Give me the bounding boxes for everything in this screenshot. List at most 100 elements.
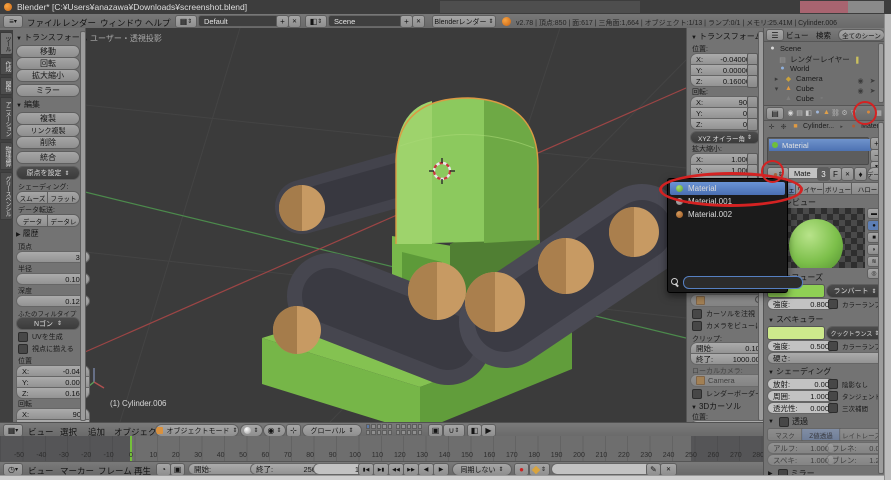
- np-3dcursor-header[interactable]: ▼3Dカーソル: [691, 401, 741, 412]
- outliner-row-cube[interactable]: ▾▲Cube: [772, 84, 814, 93]
- transparency-tab-ztransp[interactable]: Z値透過: [801, 428, 841, 441]
- specular-color-swatch[interactable]: [767, 326, 825, 340]
- hardness-slider[interactable]: 硬さ:50: [767, 352, 891, 364]
- flat-button[interactable]: フラット: [47, 191, 80, 204]
- join-button[interactable]: 統合: [16, 151, 80, 164]
- outliner-display-dropdown[interactable]: 全てのシーン: [838, 29, 885, 41]
- np-transform-header[interactable]: ▼トランスフォーム: [691, 31, 763, 42]
- shelf-tab-physics[interactable]: 物理演算: [0, 142, 13, 170]
- shelf-tab-create[interactable]: 作成: [0, 57, 13, 75]
- op-vertices-field[interactable]: 32: [16, 251, 90, 263]
- transparency-tab-mask[interactable]: マスク: [767, 428, 803, 441]
- mirror-button[interactable]: ミラー: [16, 84, 80, 97]
- scale-button[interactable]: 拡大縮小: [16, 69, 80, 82]
- op-radius-field[interactable]: 0.100: [16, 273, 90, 285]
- delete-button[interactable]: 削除: [16, 136, 80, 149]
- timeline-ruler[interactable]: -50-40-30-20-100102030405060708090100110…: [0, 436, 763, 461]
- tab-material-icon[interactable]: ●: [864, 108, 873, 117]
- shelf-tab-relations[interactable]: 関係: [0, 77, 13, 95]
- screen-layout-icon[interactable]: ▦⇕: [175, 15, 197, 28]
- outliner-row-scene[interactable]: ●Scene: [768, 44, 801, 53]
- spec-alpha-slider[interactable]: スペキ:1.000: [767, 454, 835, 466]
- op-align-checkbox[interactable]: 視点に揃える: [18, 344, 74, 354]
- np-lock-object-field[interactable]: [690, 294, 764, 307]
- translucency-slider[interactable]: 透光性:0.000: [767, 402, 835, 414]
- tab-texture-icon[interactable]: ▦: [874, 108, 883, 117]
- layers-grid-1[interactable]: [366, 424, 392, 435]
- scene-close-button[interactable]: ✕: [412, 15, 425, 28]
- tab-data-icon[interactable]: ▽: [849, 108, 858, 117]
- tab-scene-icon[interactable]: ◧: [804, 108, 813, 117]
- render-engine-select[interactable]: Blenderレンダー⇕: [432, 15, 496, 28]
- shelf-tab-animation[interactable]: アニメーション: [0, 97, 13, 140]
- popup-item-material-001[interactable]: Material.001: [670, 195, 785, 208]
- scene-icon[interactable]: ◧⇕: [305, 15, 327, 28]
- np-rotation-mode-dropdown[interactable]: XYZ オイラー角⇕: [690, 131, 760, 144]
- outliner-search-menu[interactable]: 検索: [816, 30, 831, 41]
- history-header[interactable]: ▶履歴: [16, 228, 39, 239]
- alpha-slider[interactable]: アルフ:1.000: [767, 442, 835, 454]
- np-lock-cursor-checkbox[interactable]: カーソルを注視: [692, 309, 755, 319]
- op-depth-field[interactable]: 0.120: [16, 295, 90, 307]
- np-render-border-checkbox[interactable]: レンダーボーダー: [692, 389, 762, 399]
- expand-icon[interactable]: ▸: [772, 74, 781, 83]
- data-layout-button[interactable]: データレ: [47, 214, 80, 227]
- diffuse-intensity-slider[interactable]: 強度:0.800: [767, 298, 835, 310]
- editor-type-info-icon[interactable]: ≡▾: [3, 15, 23, 28]
- layout-name-field[interactable]: Default: [198, 15, 286, 27]
- emit-slider[interactable]: 放射:0.00: [767, 378, 835, 390]
- layout-close-button[interactable]: ✕: [288, 15, 301, 28]
- tab-render-layers-icon[interactable]: ▤: [795, 108, 804, 117]
- tab-wire[interactable]: ワイヤー: [795, 182, 825, 195]
- editor-type-properties-icon[interactable]: ▤: [766, 107, 784, 120]
- unlink-material-button[interactable]: ✕: [841, 167, 854, 181]
- tool-shelf-scrollbar[interactable]: [80, 31, 86, 421]
- np-local-camera-field[interactable]: Camera✕: [690, 374, 764, 387]
- np-clip-end[interactable]: 終了:1000.000: [690, 353, 764, 365]
- transparency-checkbox[interactable]: [779, 417, 789, 427]
- tab-world-icon[interactable]: ●: [813, 108, 822, 117]
- specular-header[interactable]: ▼スペキュラー: [768, 314, 823, 325]
- shelf-tab-tools[interactable]: ツール: [0, 32, 13, 55]
- np-loc-z-lock-icon[interactable]: [747, 75, 758, 88]
- tab-render-icon[interactable]: ◉: [786, 108, 795, 117]
- outliner-row-cube-data[interactable]: ▲Cube◦: [784, 94, 826, 103]
- np-lock-camera-checkbox[interactable]: カメラをビューにロ...: [692, 321, 764, 331]
- np-rot-z-lock-icon[interactable]: [747, 118, 758, 131]
- shadeless-checkbox[interactable]: 陰影なし: [828, 379, 868, 389]
- outliner-row-camera[interactable]: ▸◆Camera: [772, 74, 823, 83]
- shelf-edit-header[interactable]: ▼編集: [16, 99, 40, 110]
- keying-set-field[interactable]: [551, 463, 655, 475]
- set-origin-dropdown[interactable]: 原点を設定⇕: [16, 166, 80, 180]
- shelf-tab-grease[interactable]: グリースペンシル: [0, 172, 13, 220]
- nodes-icon[interactable]: ❉: [779, 122, 788, 131]
- scene-name-field[interactable]: Scene: [328, 15, 410, 27]
- op-capfill-dropdown[interactable]: Nゴン⇕: [16, 317, 80, 330]
- viewport-3d[interactable]: [85, 28, 686, 422]
- transparency-header[interactable]: ▼透過: [768, 416, 808, 427]
- material-slot-active[interactable]: Material: [769, 139, 871, 151]
- collapse-icon[interactable]: ▾: [772, 84, 781, 93]
- specular-shader-dropdown[interactable]: クックトランス⇕: [826, 326, 884, 340]
- pin-id-icon[interactable]: ♦: [854, 167, 867, 181]
- data-button[interactable]: データ: [16, 214, 49, 227]
- op-genuv-checkbox[interactable]: UVを生成: [18, 332, 63, 342]
- shading-header[interactable]: ▼シェーディング: [768, 366, 831, 377]
- tab-modifiers-icon[interactable]: ⚙: [840, 108, 849, 117]
- editor-type-outliner-icon[interactable]: ☰: [766, 29, 784, 41]
- popup-item-material-002[interactable]: Material.002: [670, 208, 785, 221]
- popup-item-material[interactable]: Material: [670, 182, 785, 195]
- layers-grid-2[interactable]: [396, 424, 422, 435]
- smooth-button[interactable]: スムーズ: [16, 191, 49, 204]
- ambient-slider[interactable]: 周囲:1.000: [767, 390, 835, 402]
- pin-icon[interactable]: ✛: [767, 122, 776, 131]
- shelf-transform-header[interactable]: ▼トランスフォーム: [16, 32, 88, 43]
- frame-end-field[interactable]: 終了:250: [250, 463, 322, 475]
- tab-constraints-icon[interactable]: ⛓: [831, 108, 840, 117]
- cubic-checkbox[interactable]: 三次補間: [828, 403, 868, 413]
- diffuse-shader-dropdown[interactable]: ランバート⇕: [826, 284, 884, 298]
- specular-intensity-slider[interactable]: 強度:0.500: [767, 340, 835, 352]
- tab-volume[interactable]: ボリュー: [823, 182, 853, 195]
- op-loc-z[interactable]: Z:0.160: [16, 387, 90, 399]
- breadcrumb-object[interactable]: Cylinder...: [803, 123, 834, 130]
